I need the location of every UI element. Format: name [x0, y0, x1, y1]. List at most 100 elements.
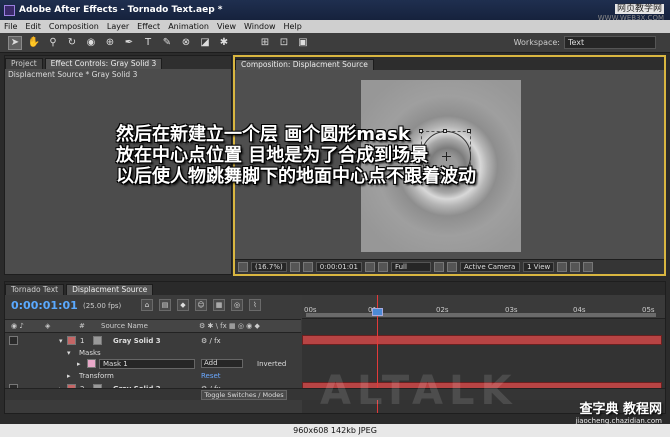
timeline-icon[interactable] — [583, 262, 594, 272]
menu-view[interactable]: View — [217, 22, 236, 31]
view-axis-icon[interactable]: ▣ — [296, 36, 310, 50]
text-tool-icon[interactable]: T — [141, 36, 155, 50]
label-color-icon[interactable] — [67, 336, 76, 345]
menu-composition[interactable]: Composition — [49, 22, 99, 31]
rotation-tool-icon[interactable]: ↻ — [65, 36, 79, 50]
reset-link[interactable]: Reset — [201, 370, 221, 382]
region-of-interest-icon[interactable] — [433, 262, 444, 272]
menu-edit[interactable]: Edit — [25, 22, 41, 31]
magnification-dropdown[interactable]: (16.7%) — [251, 262, 287, 272]
color-channels-icon[interactable] — [377, 262, 388, 272]
column-source-name[interactable]: Source Name — [101, 320, 148, 332]
menu-help[interactable]: Help — [284, 22, 302, 31]
time-ruler[interactable]: 00s 01s 02s 03s 04s 05s — [302, 295, 665, 319]
timeline-tabs: Tornado Text Displacment Source — [5, 282, 665, 295]
world-axis-icon[interactable]: ⊡ — [277, 36, 291, 50]
solid-icon — [93, 336, 102, 345]
watermark-logo: ALTALK — [320, 368, 518, 414]
caption-line-1: 然后在新建立一个层 画个圆形mask — [116, 124, 410, 145]
zoom-tool-icon[interactable]: ⚲ — [46, 36, 60, 50]
menu-window[interactable]: Window — [244, 22, 276, 31]
transparency-grid-icon[interactable] — [446, 262, 457, 272]
clone-tool-icon[interactable]: ⊗ — [179, 36, 193, 50]
column-number: # — [79, 322, 85, 330]
collapse-arrow-icon[interactable]: ▸ — [67, 370, 71, 382]
brush-tool-icon[interactable]: ✎ — [160, 36, 174, 50]
collapse-arrow-icon[interactable]: ▸ — [77, 358, 81, 370]
layer-switches[interactable]: ⚙ / fx — [201, 335, 221, 347]
watermark-bottom-line2: jiaocheng.chazidian.com — [575, 417, 662, 425]
draft-3d-icon[interactable]: ◆ — [177, 299, 189, 311]
mask-row[interactable]: ▸ Mask 1 Add Inverted — [5, 358, 301, 370]
snapshot-icon[interactable] — [364, 262, 375, 272]
selection-tool-icon[interactable]: ➤ — [8, 35, 22, 50]
image-info-bar: 960x608 142kb JPEG — [0, 424, 670, 437]
resolution-dropdown[interactable]: Full — [390, 262, 431, 272]
eraser-tool-icon[interactable]: ◪ — [198, 36, 212, 50]
menu-effect[interactable]: Effect — [137, 22, 160, 31]
menu-bar: File Edit Composition Layer Effect Anima… — [0, 20, 670, 33]
tools-panel: ➤ ✋ ⚲ ↻ ◉ ⊕ ✒ T ✎ ⊗ ◪ ✱ ⊞ ⊡ ▣ Workspace:… — [0, 33, 670, 53]
shy-layers-icon[interactable]: ☺ — [195, 299, 207, 311]
layer-name[interactable]: Gray Solid 3 — [113, 335, 161, 347]
camera-tool-icon[interactable]: ◉ — [84, 36, 98, 50]
menu-animation[interactable]: Animation — [168, 22, 209, 31]
expand-arrow-icon[interactable]: ▾ — [59, 335, 63, 347]
mask-name-field[interactable]: Mask 1 — [99, 359, 195, 369]
switches-column-icons: ⚙ ✱ \ fx ▦ ◎ ◉ ◆ — [199, 322, 260, 330]
title-bar: Adobe After Effects - Tornado Text.aep * — [0, 0, 670, 20]
workspace-dropdown[interactable]: Text — [564, 36, 656, 49]
mask-visibility-icon[interactable] — [302, 262, 313, 272]
camera-view-dropdown[interactable]: Active Camera — [459, 262, 520, 272]
tab-composition[interactable]: Composition: Displacment Source — [235, 59, 374, 70]
layer-row[interactable]: ▾ 1 Gray Solid 3 ⚙ / fx — [5, 335, 301, 347]
window-title: Adobe After Effects - Tornado Text.aep * — [19, 5, 223, 15]
caption-line-2: 放在中心点位置 目地是为了合成到场景 — [116, 145, 429, 166]
video-visibility-icon[interactable] — [9, 336, 18, 345]
motion-blur-icon[interactable]: ◎ — [231, 299, 243, 311]
timeline-timecode[interactable]: 0:00:01:01 — [11, 299, 78, 312]
pen-tool-icon[interactable]: ✒ — [122, 36, 136, 50]
mask-inverted-label[interactable]: Inverted — [257, 358, 286, 370]
watermark-top-line1: 网页教学网 — [614, 4, 664, 14]
current-time-display[interactable]: 0:00:01:01 — [315, 262, 362, 272]
tab-effect-controls[interactable]: Effect Controls: Gray Solid 3 — [44, 58, 163, 69]
work-area-bar[interactable] — [306, 313, 656, 317]
graph-editor-icon[interactable]: ⌇ — [249, 299, 261, 311]
transform-row[interactable]: ▸ Transform Reset — [5, 370, 301, 382]
effect-controls-subheader: Displacment Source * Gray Solid 3 — [5, 69, 231, 80]
after-effects-icon — [4, 4, 15, 16]
current-time-indicator-head[interactable] — [372, 308, 383, 316]
mask-color-icon[interactable] — [87, 359, 96, 368]
mask-mode-dropdown[interactable]: Add — [201, 359, 243, 368]
frame-rate: (25.00 fps) — [83, 302, 122, 310]
safe-zones-icon[interactable] — [289, 262, 300, 272]
tab-tornado-text[interactable]: Tornado Text — [5, 284, 65, 295]
left-panel-tabs: Project Effect Controls: Gray Solid 3 — [5, 56, 231, 69]
live-update-icon[interactable]: ▤ — [159, 299, 171, 311]
comp-mini-flowchart-icon[interactable]: ⌂ — [141, 299, 153, 311]
pan-behind-tool-icon[interactable]: ⊕ — [103, 36, 117, 50]
av-features-icon: ◉ ♪ — [11, 322, 24, 330]
pixel-aspect-icon[interactable] — [557, 262, 568, 272]
axis-mode-icon[interactable]: ⊞ — [258, 36, 272, 50]
view-layout-dropdown[interactable]: 1 View — [522, 262, 555, 272]
workspace-selector: Workspace: Text — [514, 36, 656, 49]
always-preview-icon[interactable] — [238, 262, 248, 272]
viewer-controls-bar: (16.7%) 0:00:01:01 Full Active Camera 1 … — [235, 259, 664, 274]
workspace-label: Workspace: — [513, 38, 560, 47]
layer-duration-bar[interactable] — [302, 335, 662, 345]
toggle-switches-modes-button[interactable]: Toggle Switches / Modes — [201, 390, 287, 400]
puppet-tool-icon[interactable]: ✱ — [217, 36, 231, 50]
transform-label: Transform — [79, 372, 114, 380]
hand-tool-icon[interactable]: ✋ — [27, 36, 41, 50]
frame-blending-icon[interactable]: ▦ — [213, 299, 225, 311]
fast-preview-icon[interactable] — [570, 262, 581, 272]
tutorial-caption: 然后在新建立一个层 画个圆形mask 放在中心点位置 目地是为了合成到场景 以后… — [116, 124, 476, 187]
tab-displacment-source[interactable]: Displacment Source — [66, 284, 154, 295]
image-info: 960x608 142kb JPEG — [293, 426, 377, 435]
caption-line-3: 以后使人物跳舞脚下的地面中心点不跟着波动 — [116, 166, 476, 187]
menu-file[interactable]: File — [4, 22, 17, 31]
tab-project[interactable]: Project — [5, 58, 43, 69]
menu-layer[interactable]: Layer — [107, 22, 129, 31]
